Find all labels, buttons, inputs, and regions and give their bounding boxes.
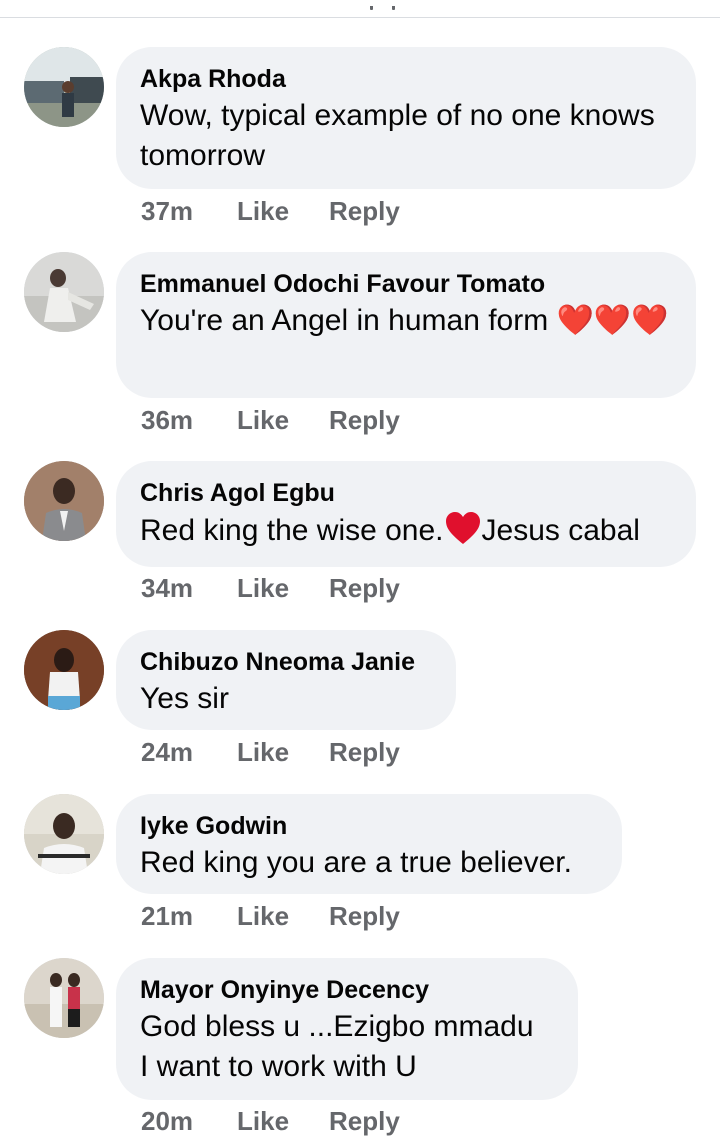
- comment-text: Yes sir: [140, 682, 229, 715]
- reply-button[interactable]: Reply: [329, 736, 400, 768]
- comment-text-part: Jesus cabal: [481, 514, 640, 547]
- avatar[interactable]: [24, 252, 104, 332]
- reply-button[interactable]: Reply: [329, 572, 400, 604]
- comment-timestamp: 36m: [141, 405, 194, 435]
- reply-button[interactable]: Reply: [329, 1105, 400, 1137]
- comment-bubble: Akpa Rhoda Wow, typical example of no on…: [116, 47, 696, 189]
- comment-text-part: Red king the wise one.: [140, 514, 444, 547]
- comment-actions: 37m Like Reply: [141, 195, 400, 227]
- like-button[interactable]: Like: [237, 736, 329, 768]
- comment-timestamp: 24m: [141, 737, 194, 767]
- avatar[interactable]: [24, 958, 104, 1038]
- reply-button[interactable]: Reply: [329, 404, 400, 436]
- comment-text: Wow, typical example of no one knows tom…: [140, 99, 655, 172]
- comment-bubble: Chris Agol Egbu Red king the wise one. Je…: [116, 461, 696, 567]
- comment-actions: 21m Like Reply: [141, 900, 400, 932]
- comment-author[interactable]: Emmanuel Odochi Favour Tomato: [140, 267, 672, 301]
- avatar[interactable]: [24, 630, 104, 710]
- comment-bubble: Mayor Onyinye Decency God bless u ...Ezi…: [116, 958, 578, 1100]
- comment-text: You're an Angel in human form ❤️❤️❤️: [140, 304, 669, 337]
- comment-text: God bless u ...Ezigbo mmadu I want to wo…: [140, 1007, 554, 1087]
- comment-author[interactable]: Akpa Rhoda: [140, 62, 672, 96]
- previous-comment-divider: [0, 0, 720, 18]
- comment-timestamp: 20m: [141, 1106, 194, 1136]
- comment-text: Red king you are a true believer.: [140, 846, 572, 879]
- comment-actions: 34m Like Reply: [141, 572, 400, 604]
- comment-text-line: God bless u ...Ezigbo mmadu: [140, 1010, 534, 1043]
- comment-author[interactable]: Iyke Godwin: [140, 809, 598, 843]
- avatar[interactable]: [24, 794, 104, 874]
- comment-timestamp: 34m: [141, 573, 194, 603]
- like-button[interactable]: Like: [237, 404, 329, 436]
- comment-text-line: I want to work with U: [140, 1050, 417, 1083]
- reply-button[interactable]: Reply: [329, 195, 400, 227]
- comment-timestamp: 37m: [141, 196, 194, 226]
- comment-bubble: Chibuzo Nneoma Janie Yes sir: [116, 630, 456, 730]
- like-button[interactable]: Like: [237, 1105, 329, 1137]
- like-button[interactable]: Like: [237, 572, 329, 604]
- like-button[interactable]: Like: [237, 195, 329, 227]
- like-button[interactable]: Like: [237, 900, 329, 932]
- reply-button[interactable]: Reply: [329, 900, 400, 932]
- cut-off-text-fragment: [370, 6, 396, 20]
- comment-text: Red king the wise one. Jesus cabal: [140, 510, 672, 551]
- comment-actions: 24m Like Reply: [141, 736, 400, 768]
- avatar[interactable]: [24, 47, 104, 127]
- comment-actions: 36m Like Reply: [141, 404, 400, 436]
- comment-author[interactable]: Chris Agol Egbu: [140, 476, 672, 510]
- comment-bubble: Iyke Godwin Red king you are a true beli…: [116, 794, 622, 894]
- avatar[interactable]: [24, 461, 104, 541]
- comment-timestamp: 21m: [141, 901, 194, 931]
- comment-actions: 20m Like Reply: [141, 1105, 400, 1137]
- comment-bubble: Emmanuel Odochi Favour Tomato You're an …: [116, 252, 696, 398]
- comment-author[interactable]: Chibuzo Nneoma Janie: [140, 645, 432, 679]
- comment-author[interactable]: Mayor Onyinye Decency: [140, 973, 554, 1007]
- heart-emoji-icon: [445, 512, 480, 544]
